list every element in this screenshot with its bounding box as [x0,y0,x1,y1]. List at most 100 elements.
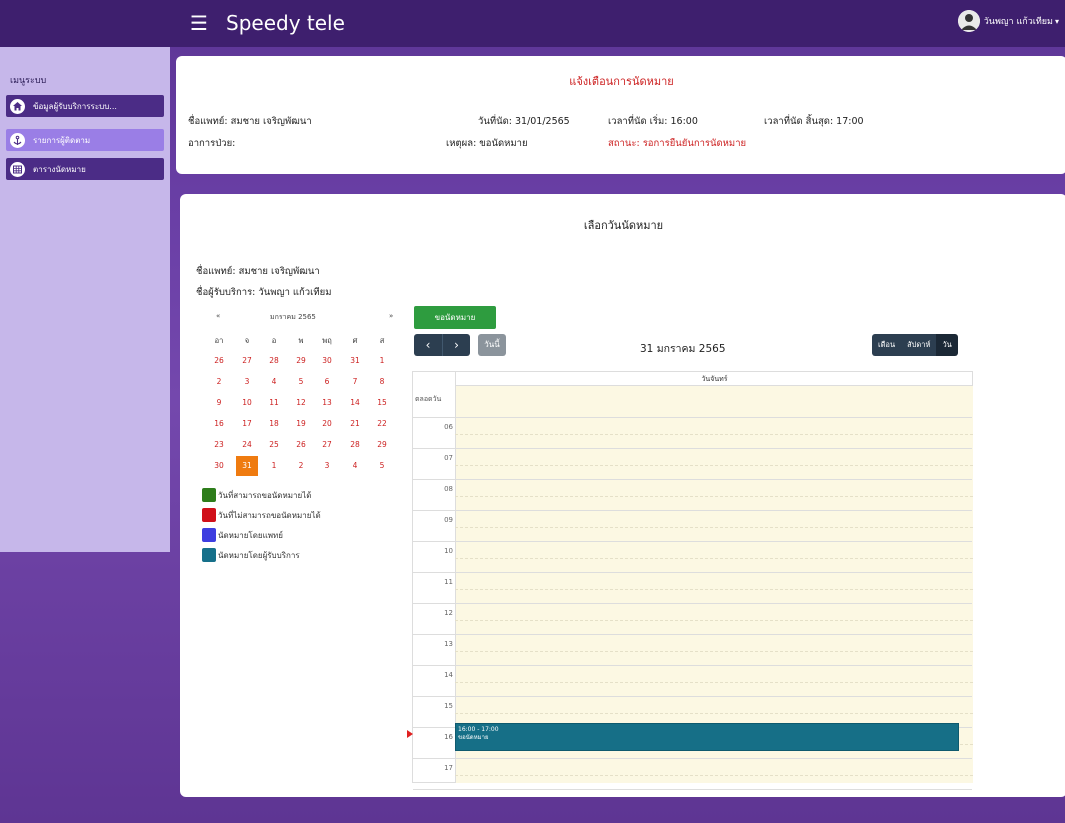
book-appointment-button[interactable]: ขอนัดหมาย [414,306,496,329]
mini-cal-day[interactable]: 18 [263,414,285,434]
mini-cal-day[interactable]: 28 [344,435,366,455]
mini-cal-day[interactable]: 10 [236,393,258,413]
notify-end-time: เวลาที่นัด สิ้นสุด: 17:00 [764,116,864,127]
half-hour-line [455,496,973,497]
mini-cal-day[interactable]: 29 [371,435,393,455]
mini-cal-week-row: 23 24 25 26 27 28 29 [208,435,396,455]
mini-cal-day[interactable]: 13 [316,393,338,413]
legend-label: วันที่สามารถขอนัดหมายได้ [218,490,312,500]
mini-cal-day[interactable]: 30 [316,351,338,371]
weekday-label: ส [379,336,385,345]
hour-line [413,634,972,635]
appointment-notification-card: แจ้งเตือนการนัดหมาย ชื่อแพทย์: สมชาย เจร… [176,56,1065,174]
mini-cal-month-title[interactable]: มกราคม 2565 [270,312,316,323]
sidebar-item-appointments[interactable]: ตารางนัดหมาย [6,158,164,180]
hamburger-menu-icon[interactable]: ☰ [190,12,208,34]
mini-cal-week-row: 26 27 28 29 30 31 1 [208,351,396,371]
legend-swatch [202,508,216,522]
mini-cal-day[interactable]: 4 [344,456,366,476]
mini-cal-day[interactable]: 27 [236,351,258,371]
mini-cal-day[interactable]: 23 [208,435,230,455]
notify-reason: เหตุผล: ขอนัดหมาย [446,138,528,149]
mini-cal-day[interactable]: 5 [290,372,312,392]
view-month-button[interactable]: เดือน [872,334,902,356]
mini-cal-prev-button[interactable]: « [216,312,220,320]
booking-doctor: ชื่อแพทย์: สมชาย เจริญพัฒนา [196,266,320,277]
mini-cal-day[interactable]: 1 [371,351,393,371]
mini-cal-day[interactable]: 19 [290,414,312,434]
mini-cal-day[interactable]: 1 [263,456,285,476]
mini-cal-day[interactable]: 28 [263,351,285,371]
mini-cal-day[interactable]: 16 [208,414,230,434]
mini-cal-day[interactable]: 2 [208,372,230,392]
mini-cal-day[interactable]: 15 [371,393,393,413]
hour-label: 16 [444,733,453,741]
hour-line [413,696,972,697]
sidebar-item-patient-info[interactable]: ข้อมูลผู้รับบริการระบบ... [6,95,164,117]
mini-cal-day[interactable]: 6 [316,372,338,392]
user-name[interactable]: วันพญา แก้วเทียม [984,14,1053,28]
mini-cal-day[interactable]: 22 [371,414,393,434]
mini-cal-day[interactable]: 5 [371,456,393,476]
mini-cal-week-row: 30 31 1 2 3 4 5 [208,456,396,476]
mini-cal-day[interactable]: 31 [344,351,366,371]
next-day-button[interactable]: › [442,334,470,356]
view-day-button[interactable]: วัน [936,334,958,356]
mini-cal-weekdays: อา จ อ พ พฤ ศ ส [208,331,396,351]
mini-cal-day[interactable]: 11 [263,393,285,413]
mini-cal-day[interactable]: 26 [208,351,230,371]
mini-cal-day[interactable]: 3 [236,372,258,392]
hour-line [413,510,972,511]
mini-cal-day[interactable]: 30 [208,456,230,476]
appointment-event[interactable]: 16:00 - 17:00 ขอนัดหมาย [455,723,959,751]
avatar[interactable] [957,10,980,32]
mini-cal-day[interactable]: 24 [236,435,258,455]
today-button[interactable]: วันนี้ [478,334,506,356]
mini-cal-day[interactable]: 17 [236,414,258,434]
legend-item: วันที่สามารถขอนัดหมายได้ [202,488,311,502]
mini-cal-day[interactable]: 12 [290,393,312,413]
home-icon [10,98,25,114]
weekday-label: จ [244,336,250,345]
view-week-button[interactable]: สัปดาห์ [901,334,937,356]
half-hour-line [455,682,973,683]
mini-cal-day[interactable]: 3 [316,456,338,476]
mini-cal-day[interactable]: 31 [236,456,258,476]
hour-label: 17 [444,764,453,772]
brand-title[interactable]: Speedy tele [226,11,345,35]
mini-cal-day[interactable]: 26 [290,435,312,455]
legend-item: วันที่ไม่สามารถขอนัดหมายได้ [202,508,321,522]
booking-patient: ชื่อผู้รับบริการ: วันพญา แก้วเทียม [196,287,332,298]
mini-cal-day[interactable]: 27 [316,435,338,455]
mini-cal-day[interactable]: 2 [290,456,312,476]
mini-cal-day[interactable]: 4 [263,372,285,392]
hour-line [413,448,972,449]
mini-cal-day[interactable]: 25 [263,435,285,455]
half-hour-line [455,434,973,435]
mini-cal-day[interactable]: 7 [344,372,366,392]
sidebar-item-followers[interactable]: รายการผู้ติดตาม [6,129,164,151]
mini-cal-day[interactable]: 20 [316,414,338,434]
caret-down-icon[interactable]: ▾ [1055,17,1059,26]
prev-day-button[interactable]: ‹ [414,334,442,356]
legend-swatch [202,488,216,502]
mini-cal-week-row: 16 17 18 19 20 21 22 [208,414,396,434]
mini-cal-day[interactable]: 8 [371,372,393,392]
user-menu[interactable]: วันพญา แก้วเทียม ▾ [957,10,1059,32]
sidebar: เมนูระบบ ข้อมูลผู้รับบริการระบบ... รายกา… [0,47,170,552]
mini-cal-day[interactable]: 9 [208,393,230,413]
mini-cal-day[interactable]: 29 [290,351,312,371]
sidebar-item-label: รายการผู้ติดตาม [33,135,91,145]
legend-item: นัดหมายโดยผู้รับบริการ [202,548,300,562]
hour-line [413,479,972,480]
half-hour-line [455,620,973,621]
sidebar-item-label: ตารางนัดหมาย [33,164,86,174]
mini-cal-next-button[interactable]: » [389,312,393,320]
hour-label: 10 [444,547,453,555]
hour-label: 15 [444,702,453,710]
mini-cal-day[interactable]: 21 [344,414,366,434]
weekday-label: พฤ [322,336,332,345]
booking-card: เลือกวันนัดหมาย ชื่อแพทย์: สมชาย เจริญพั… [180,194,1065,797]
mini-cal-day[interactable]: 14 [344,393,366,413]
current-time-marker-icon [407,730,413,738]
